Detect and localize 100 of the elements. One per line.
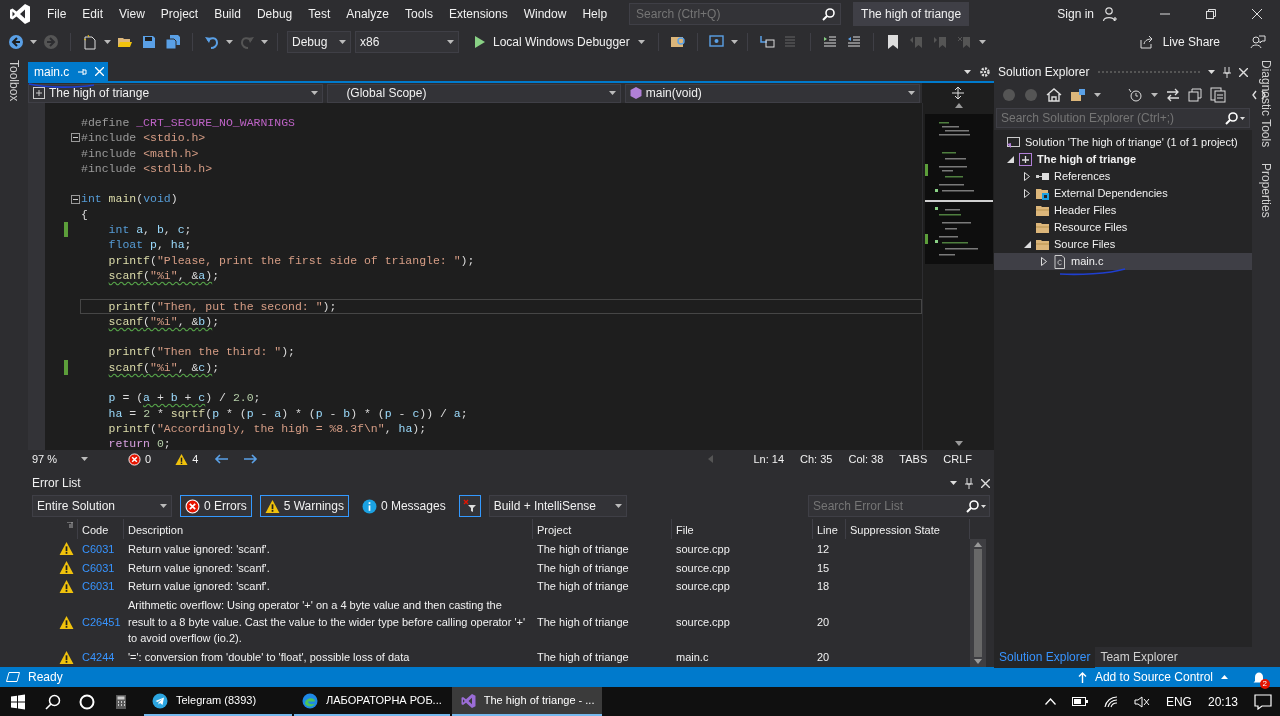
scroll-up-icon[interactable] (974, 542, 982, 547)
scroll-down-icon[interactable] (974, 659, 982, 664)
menu-item[interactable]: Project (152, 5, 207, 23)
filter-toggle[interactable]: 0 Errors (180, 495, 252, 517)
column-header[interactable]: Project (533, 519, 672, 539)
menu-item[interactable]: Analyze (338, 5, 397, 23)
panel-tab[interactable]: Solution Explorer (994, 646, 1096, 668)
warning-count[interactable]: 4 (192, 450, 199, 468)
column-header[interactable]: Code (78, 519, 124, 539)
clock[interactable]: 20:13 (1207, 692, 1238, 711)
menu-item[interactable]: Edit (74, 5, 112, 23)
taskbar-app[interactable]: ЛАБОРАТОРНА РОБ... (294, 687, 450, 716)
configuration-dropdown[interactable]: Debug (287, 31, 351, 53)
collapsed-icon[interactable] (1024, 189, 1030, 198)
side-tab[interactable]: Diagnostic Tools (1257, 56, 1275, 152)
filter-toggle[interactable]: 5 Warnings (259, 495, 349, 517)
tree-item[interactable]: main.c (994, 253, 1252, 270)
save-icon[interactable] (141, 34, 157, 50)
save-all-icon[interactable] (165, 34, 181, 50)
tree-item[interactable]: Resource Files (994, 219, 1252, 236)
previous-issue-icon[interactable] (214, 454, 229, 464)
pin-icon[interactable] (1223, 66, 1231, 78)
collapse-icon[interactable] (71, 194, 80, 204)
menu-item[interactable]: File (39, 5, 75, 23)
panel-tab[interactable]: Team Explorer (1095, 646, 1183, 668)
scroll-down-icon[interactable] (954, 441, 963, 446)
error-code-link[interactable]: C6031 (82, 578, 115, 595)
error-code-link[interactable]: C6031 (82, 559, 115, 576)
column-header[interactable]: Suppression State (846, 519, 970, 539)
expanded-icon[interactable] (1023, 241, 1031, 248)
settings-icon[interactable] (979, 65, 991, 78)
member-dropdown[interactable]: main(void) (624, 83, 921, 103)
collapse-all-icon[interactable] (1188, 88, 1202, 102)
zoom-dropdown[interactable]: 97 % (32, 450, 88, 468)
tree-item[interactable]: External Dependencies (994, 185, 1252, 202)
collapse-icon[interactable] (71, 133, 80, 143)
step-icon[interactable] (758, 34, 775, 50)
menu-item[interactable]: View (111, 5, 153, 23)
error-code-link[interactable]: C6031 (82, 540, 115, 558)
screen-icon[interactable] (708, 34, 725, 50)
menu-item[interactable]: Window (515, 5, 575, 23)
source-dropdown[interactable]: Build + IntelliSense (488, 495, 627, 517)
column-options-icon[interactable] (67, 522, 73, 528)
filter-button[interactable] (458, 495, 481, 517)
back-icon[interactable] (8, 34, 24, 50)
source-control-button[interactable]: Add to Source Control (1077, 668, 1228, 686)
undo-icon[interactable] (204, 34, 220, 50)
new-item-icon[interactable] (82, 34, 98, 50)
indentation-mode[interactable]: TABS (899, 450, 928, 468)
live-share-button[interactable]: Live Share (1138, 33, 1220, 51)
next-issue-icon[interactable] (244, 454, 259, 464)
menu-item[interactable]: Debug (248, 5, 301, 23)
calculator-icon[interactable] (113, 693, 129, 710)
search-field[interactable]: Search Solution Explorer (Ctrl+;) (996, 108, 1250, 128)
scope-dropdown[interactable]: (Global Scope) (327, 83, 621, 103)
tree-item[interactable]: The high of triange (994, 151, 1252, 168)
history-icon[interactable] (1127, 87, 1143, 103)
close-icon[interactable] (981, 478, 990, 488)
column-header[interactable]: File (672, 519, 813, 539)
error-code-link[interactable]: C4244 (82, 649, 115, 666)
tree-item[interactable]: Solution 'The high of triange' (1 of 1 project) (994, 134, 1252, 151)
error-code-link[interactable]: C26451 (82, 613, 121, 631)
close-icon[interactable] (1252, 9, 1262, 19)
menu-item[interactable]: Test (300, 5, 339, 23)
column-header[interactable]: Description (124, 519, 533, 539)
tree-item[interactable]: Source Files (994, 236, 1252, 253)
start-icon[interactable] (10, 693, 26, 710)
start-debugging-button[interactable]: Local Windows Debugger (471, 31, 649, 53)
notification-center-icon[interactable] (1254, 693, 1272, 710)
collapsed-icon[interactable] (1024, 172, 1030, 181)
pin-icon[interactable] (965, 477, 973, 489)
line-ending[interactable]: CRLF (943, 450, 972, 468)
error-count[interactable]: 0 (145, 450, 152, 468)
volume-icon[interactable] (1133, 695, 1150, 708)
menu-item[interactable]: Extensions (441, 5, 516, 23)
sync-icon[interactable] (1166, 88, 1180, 102)
feedback-icon[interactable] (1250, 34, 1266, 50)
side-tab[interactable]: Properties (1257, 159, 1275, 222)
scrollbar[interactable] (970, 539, 986, 667)
outdent-icon[interactable] (845, 34, 862, 50)
scope-dropdown[interactable]: Entire Solution (32, 495, 172, 517)
search-icon[interactable] (45, 693, 61, 710)
find-in-files-icon[interactable] (669, 34, 686, 50)
show-all-files-icon[interactable] (1210, 87, 1226, 103)
collapsed-icon[interactable] (1041, 257, 1047, 266)
chevron-up-icon[interactable] (1044, 698, 1056, 705)
menu-item[interactable]: Help (574, 5, 616, 23)
language-indicator[interactable]: ENG (1165, 692, 1192, 711)
filter-toggle[interactable]: 0 Messages (356, 495, 451, 517)
expanded-icon[interactable] (1006, 156, 1014, 163)
side-tab[interactable]: Toolbox (5, 56, 23, 106)
tree-item[interactable]: References (994, 168, 1252, 185)
close-icon[interactable] (1239, 67, 1248, 77)
code-minimap-drawing[interactable] (924, 114, 993, 264)
battery-icon[interactable] (1071, 697, 1088, 706)
home-icon[interactable] (1046, 87, 1062, 103)
project-dropdown[interactable]: The high of triange (28, 83, 324, 103)
switch-views-icon[interactable] (1070, 87, 1086, 103)
add-user-icon[interactable] (1102, 6, 1118, 22)
menu-item[interactable]: Build (206, 5, 249, 23)
